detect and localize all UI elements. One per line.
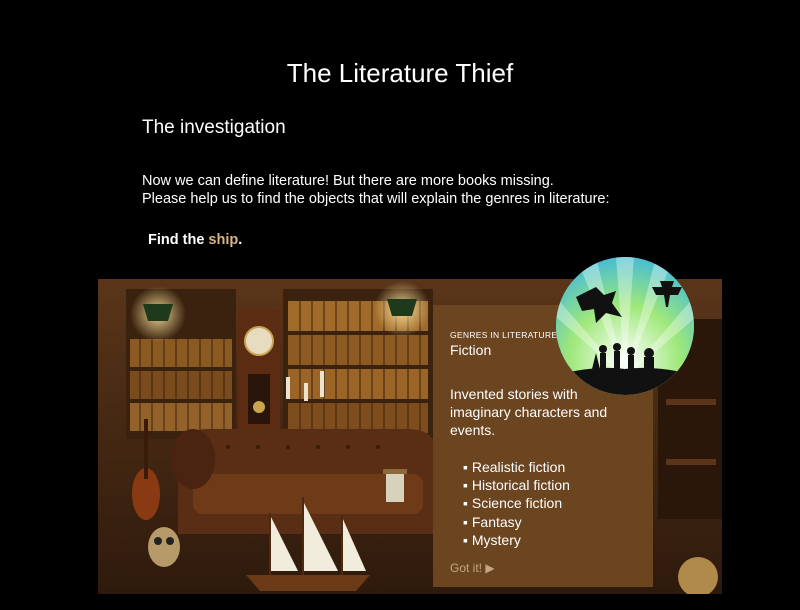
panel-heading: Fiction <box>450 342 492 358</box>
task-prefix: Find the <box>148 232 205 248</box>
fantasy-genre-badge-icon <box>556 257 694 395</box>
task-suffix: . <box>238 232 243 248</box>
lantern <box>383 469 407 502</box>
page-title: The Literature Thief <box>286 58 514 88</box>
intro-line-2: Please help us to find the objects that … <box>142 191 610 207</box>
genre-item: Realistic fiction <box>463 458 570 476</box>
lamp-left <box>130 286 186 342</box>
owl-figure <box>148 527 180 567</box>
genre-item: Fantasy <box>463 513 570 531</box>
panel-kicker: GENRES IN LITERATURE <box>450 330 558 340</box>
intro-line-1: Now we can define literature! But there … <box>142 173 554 189</box>
genre-item: Science fiction <box>463 494 570 512</box>
genre-list: Realistic fiction Historical fiction Sci… <box>463 458 570 549</box>
got-it-button[interactable]: Got it! ▶ <box>450 561 495 575</box>
section-subtitle: The investigation <box>142 117 286 138</box>
lamp-right <box>374 281 430 337</box>
task-instruction: Find the ship. <box>148 232 242 248</box>
grandfather-clock <box>238 309 280 449</box>
genre-item: Historical fiction <box>463 476 570 494</box>
genre-item: Mystery <box>463 531 570 549</box>
intro-text: Now we can define literature! But there … <box>142 172 610 208</box>
task-target: ship <box>208 232 239 248</box>
